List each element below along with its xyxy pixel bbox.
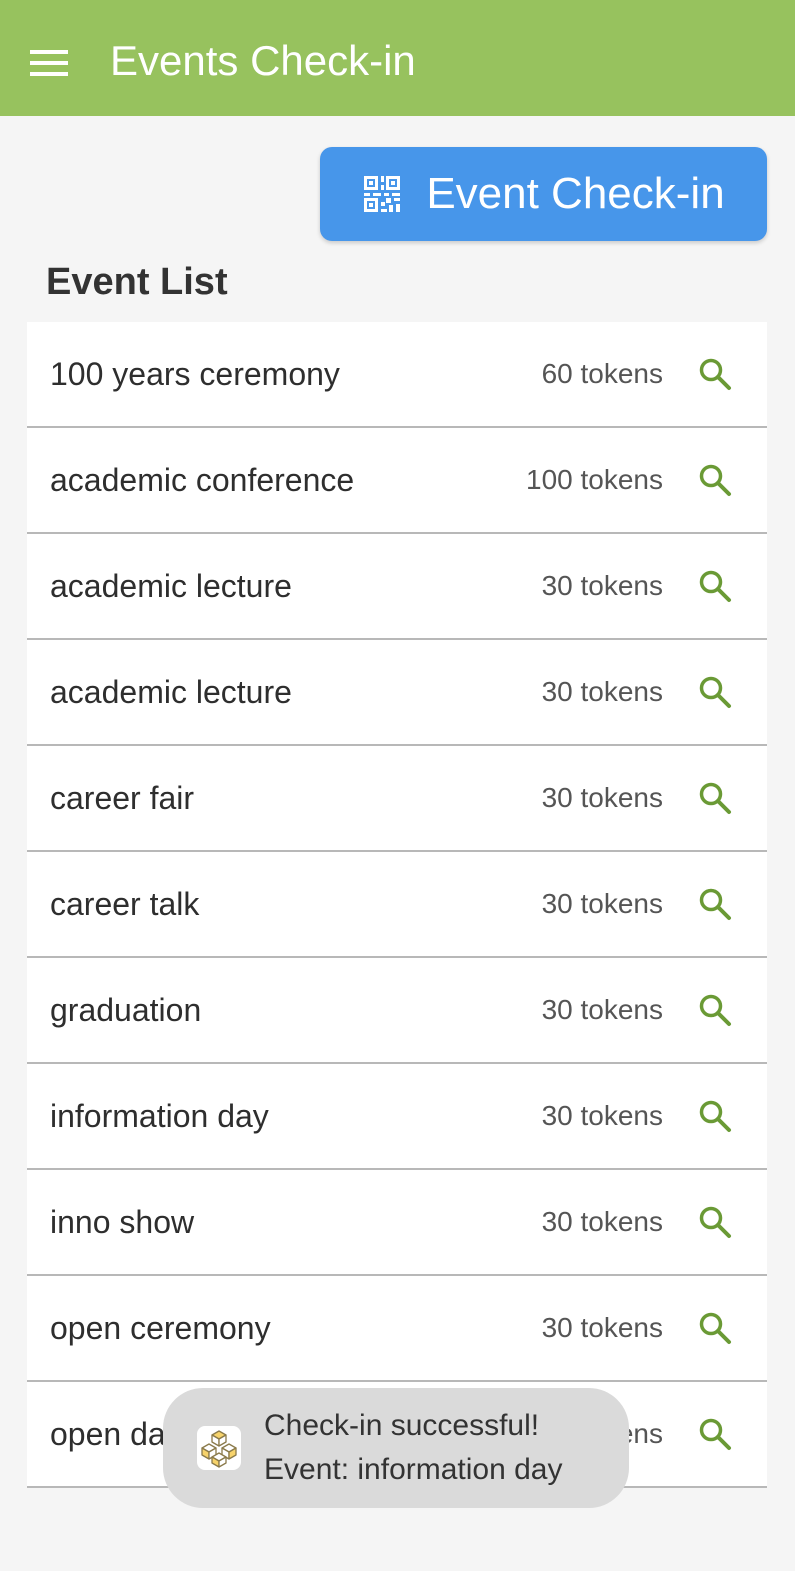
search-icon <box>699 1418 731 1450</box>
event-search-button[interactable] <box>693 988 737 1032</box>
search-icon <box>699 1100 731 1132</box>
event-list-item[interactable]: inno show 30 tokens <box>27 1170 767 1276</box>
event-search-button[interactable] <box>693 1306 737 1350</box>
event-name: information day <box>50 1098 269 1134</box>
event-search-button[interactable] <box>693 776 737 820</box>
event-list-item[interactable]: academic conference 100 tokens <box>27 428 767 534</box>
event-list-item[interactable]: 100 years ceremony 60 tokens <box>27 322 767 428</box>
event-search-button[interactable] <box>693 670 737 714</box>
event-name: career talk <box>50 886 200 922</box>
search-icon <box>699 1206 731 1238</box>
event-search-button[interactable] <box>693 882 737 926</box>
search-icon <box>699 570 731 602</box>
app-bar: Events Check-in <box>0 0 795 116</box>
toast-line-event: Event: information day <box>264 1453 563 1486</box>
search-icon <box>699 782 731 814</box>
event-list-item[interactable]: open ceremony 30 tokens <box>27 1276 767 1382</box>
event-name: academic lecture <box>50 568 292 604</box>
event-search-button[interactable] <box>693 1412 737 1456</box>
event-tokens: 30 tokens <box>541 782 663 813</box>
event-tokens: 60 tokens <box>541 358 663 389</box>
event-name: academic conference <box>50 462 355 498</box>
event-tokens: 30 tokens <box>541 676 663 707</box>
event-search-button[interactable] <box>693 564 737 608</box>
search-icon <box>699 358 731 390</box>
toast-line-status: Check-in successful! <box>264 1409 540 1442</box>
event-tokens: 30 tokens <box>541 570 663 601</box>
qr-code-icon <box>364 176 401 212</box>
event-tokens: 100 tokens <box>526 464 663 495</box>
event-list: 100 years ceremony 60 tokens academic co… <box>27 322 767 1488</box>
event-tokens: 30 tokens <box>541 994 663 1025</box>
event-name: academic lecture <box>50 674 292 710</box>
menu-button[interactable] <box>24 38 74 88</box>
event-list-title: Event List <box>46 261 228 303</box>
checkin-success-toast: Check-in successful! Event: information … <box>163 1388 629 1508</box>
event-checkin-button[interactable]: Event Check-in <box>320 147 767 241</box>
event-name: graduation <box>50 992 202 1028</box>
event-search-button[interactable] <box>693 1200 737 1244</box>
event-checkin-label: Event Check-in <box>426 169 725 218</box>
event-name: inno show <box>50 1204 195 1240</box>
event-list-item[interactable]: career fair 30 tokens <box>27 746 767 852</box>
event-search-button[interactable] <box>693 458 737 502</box>
event-name: open ceremony <box>50 1310 271 1346</box>
event-list-item[interactable]: career talk 30 tokens <box>27 852 767 958</box>
event-list-item[interactable]: academic lecture 30 tokens <box>27 534 767 640</box>
search-icon <box>699 888 731 920</box>
event-list-item[interactable]: graduation 30 tokens <box>27 958 767 1064</box>
search-icon <box>699 676 731 708</box>
event-name: 100 years ceremony <box>50 356 340 392</box>
search-icon <box>699 1312 731 1344</box>
event-name: open day <box>50 1416 182 1452</box>
event-tokens: 30 tokens <box>541 1100 663 1131</box>
event-list-item[interactable]: information day 30 tokens <box>27 1064 767 1170</box>
app-cubes-icon <box>197 1426 241 1470</box>
event-list-item[interactable]: academic lecture 30 tokens <box>27 640 767 746</box>
event-tokens: 30 tokens <box>541 888 663 919</box>
app-title: Events Check-in <box>110 37 416 84</box>
toast-message: Check-in successful! Event: information … <box>264 1404 563 1492</box>
event-search-button[interactable] <box>693 1094 737 1138</box>
hamburger-menu-icon <box>30 50 68 76</box>
event-search-button[interactable] <box>693 352 737 396</box>
event-tokens: 30 tokens <box>541 1206 663 1237</box>
search-icon <box>699 464 731 496</box>
event-name: career fair <box>50 780 195 816</box>
search-icon <box>699 994 731 1026</box>
event-tokens: 30 tokens <box>541 1312 663 1343</box>
